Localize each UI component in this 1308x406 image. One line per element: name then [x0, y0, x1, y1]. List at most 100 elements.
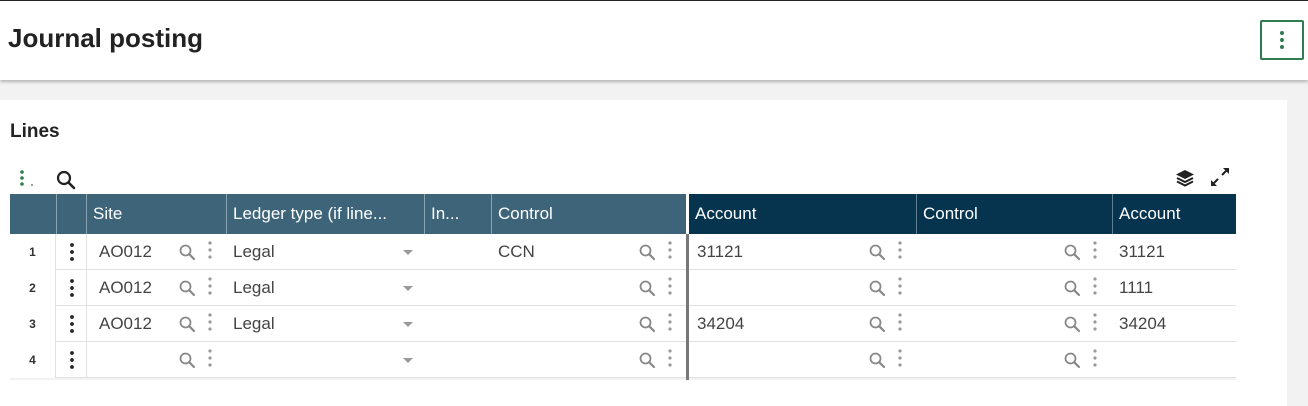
cell-control-menu-button[interactable]	[666, 240, 674, 260]
cell-account-menu-button[interactable]	[896, 276, 904, 296]
row-number: 1	[10, 234, 56, 270]
lookup-control-button[interactable]	[638, 243, 656, 261]
cell-account[interactable]: 31121	[697, 234, 743, 270]
table-row[interactable]: 1 AO012 Legal CCN 31121 31121	[10, 234, 1236, 270]
more-vert-icon	[1093, 313, 1097, 331]
lookup-control-button[interactable]	[638, 351, 656, 369]
cell-site[interactable]: AO012	[99, 270, 152, 306]
lookup-site-button[interactable]	[178, 315, 196, 333]
search-icon	[1064, 280, 1081, 297]
row-menu-button[interactable]	[57, 342, 87, 378]
column-header-account[interactable]: Account	[689, 194, 917, 234]
lookup-control-button[interactable]	[638, 279, 656, 297]
cell-site-menu-button[interactable]	[206, 312, 214, 332]
cell-ledger-type[interactable]: Legal	[233, 306, 275, 342]
cell-ledger-type[interactable]: Legal	[233, 234, 275, 270]
row-menu-button[interactable]	[57, 306, 87, 342]
search-icon	[179, 244, 196, 261]
cell-account[interactable]: 34204	[697, 306, 744, 342]
cell-ledger-type[interactable]: Legal	[233, 270, 275, 306]
more-vert-icon	[1093, 349, 1097, 367]
page-header: Journal posting	[0, 0, 1308, 80]
cell-site-menu-button[interactable]	[206, 276, 214, 296]
more-vert-icon	[668, 349, 672, 367]
column-header-control-2[interactable]: Control	[917, 194, 1113, 234]
cell-account-menu-button[interactable]	[896, 312, 904, 332]
more-vert-icon	[898, 277, 902, 295]
row-number: 3	[10, 306, 56, 342]
section-title: Lines	[10, 121, 60, 142]
lookup-account-button[interactable]	[868, 351, 886, 369]
cell-control-2-menu-button[interactable]	[1091, 312, 1099, 332]
search-icon	[869, 316, 886, 333]
cell-account-2[interactable]: 1111	[1119, 270, 1153, 306]
grid-search-button[interactable]	[55, 169, 77, 191]
column-header-site[interactable]: Site	[87, 194, 227, 234]
expand-icon	[1211, 168, 1229, 186]
chevron-down-icon[interactable]	[403, 286, 413, 291]
cell-site-menu-button[interactable]	[206, 240, 214, 260]
more-vert-icon	[70, 279, 74, 297]
lookup-control-button[interactable]	[638, 315, 656, 333]
more-vert-icon	[1093, 241, 1097, 259]
search-icon	[1064, 352, 1081, 369]
more-vert-icon	[668, 277, 672, 295]
cell-account-2[interactable]: 34204	[1119, 306, 1166, 342]
chevron-down-icon[interactable]	[403, 250, 413, 255]
lookup-control-2-button[interactable]	[1063, 243, 1081, 261]
more-vert-icon	[70, 243, 74, 261]
lookup-site-button[interactable]	[178, 351, 196, 369]
cell-control-menu-button[interactable]	[666, 312, 674, 332]
search-icon	[639, 280, 656, 297]
lookup-site-button[interactable]	[178, 243, 196, 261]
more-vert-icon	[208, 313, 212, 331]
lookup-control-2-button[interactable]	[1063, 351, 1081, 369]
search-icon	[179, 280, 196, 297]
cell-control-2-menu-button[interactable]	[1091, 348, 1099, 368]
lookup-site-button[interactable]	[178, 279, 196, 297]
lines-grid: Site Ledger type (if line... In... Contr…	[10, 194, 1236, 380]
more-vert-icon	[668, 313, 672, 331]
search-icon	[1064, 316, 1081, 333]
table-row[interactable]: 3 AO012 Legal 34204 34204	[10, 306, 1236, 342]
cell-account-menu-button[interactable]	[896, 240, 904, 260]
lookup-control-2-button[interactable]	[1063, 315, 1081, 333]
lookup-account-button[interactable]	[868, 315, 886, 333]
cell-control-menu-button[interactable]	[666, 276, 674, 296]
table-row[interactable]: 4	[10, 342, 1236, 378]
grid-fullscreen-button[interactable]	[1208, 165, 1232, 189]
cell-account-2[interactable]: 31121	[1119, 234, 1165, 270]
column-header-in[interactable]: In...	[425, 194, 492, 234]
lookup-control-2-button[interactable]	[1063, 279, 1081, 297]
cell-site-menu-button[interactable]	[206, 348, 214, 368]
lookup-account-button[interactable]	[868, 279, 886, 297]
cell-control-2-menu-button[interactable]	[1091, 276, 1099, 296]
cell-site[interactable]: AO012	[99, 234, 152, 270]
chevron-down-icon[interactable]	[403, 358, 413, 363]
column-header-account-2[interactable]: Account	[1113, 194, 1236, 234]
cell-control-2-menu-button[interactable]	[1091, 240, 1099, 260]
chevron-down-icon[interactable]	[403, 322, 413, 327]
lookup-account-button[interactable]	[868, 243, 886, 261]
more-vert-icon	[1280, 31, 1284, 49]
table-row[interactable]: 2 AO012 Legal 1111	[10, 270, 1236, 306]
grid-actions-button[interactable]	[18, 168, 38, 190]
layers-icon	[1176, 170, 1194, 187]
grid-column-splitter[interactable]	[686, 234, 689, 380]
row-menu-button[interactable]	[57, 270, 87, 306]
column-header-ledger-type[interactable]: Ledger type (if line...	[227, 194, 425, 234]
column-header-control[interactable]: Control	[492, 194, 686, 234]
search-icon	[56, 170, 76, 190]
search-icon	[869, 352, 886, 369]
cell-account-menu-button[interactable]	[896, 348, 904, 368]
page-title: Journal posting	[8, 23, 203, 53]
cell-control-menu-button[interactable]	[666, 348, 674, 368]
grid-views-button[interactable]	[1173, 167, 1197, 189]
search-icon	[179, 352, 196, 369]
lines-panel: Lines Site Ledger type (if line... In...	[0, 100, 1287, 406]
page-actions-button[interactable]	[1260, 20, 1304, 60]
row-menu-button[interactable]	[57, 234, 87, 270]
cell-control[interactable]: CCN	[498, 234, 535, 270]
cell-site[interactable]: AO012	[99, 306, 152, 342]
search-icon	[639, 352, 656, 369]
